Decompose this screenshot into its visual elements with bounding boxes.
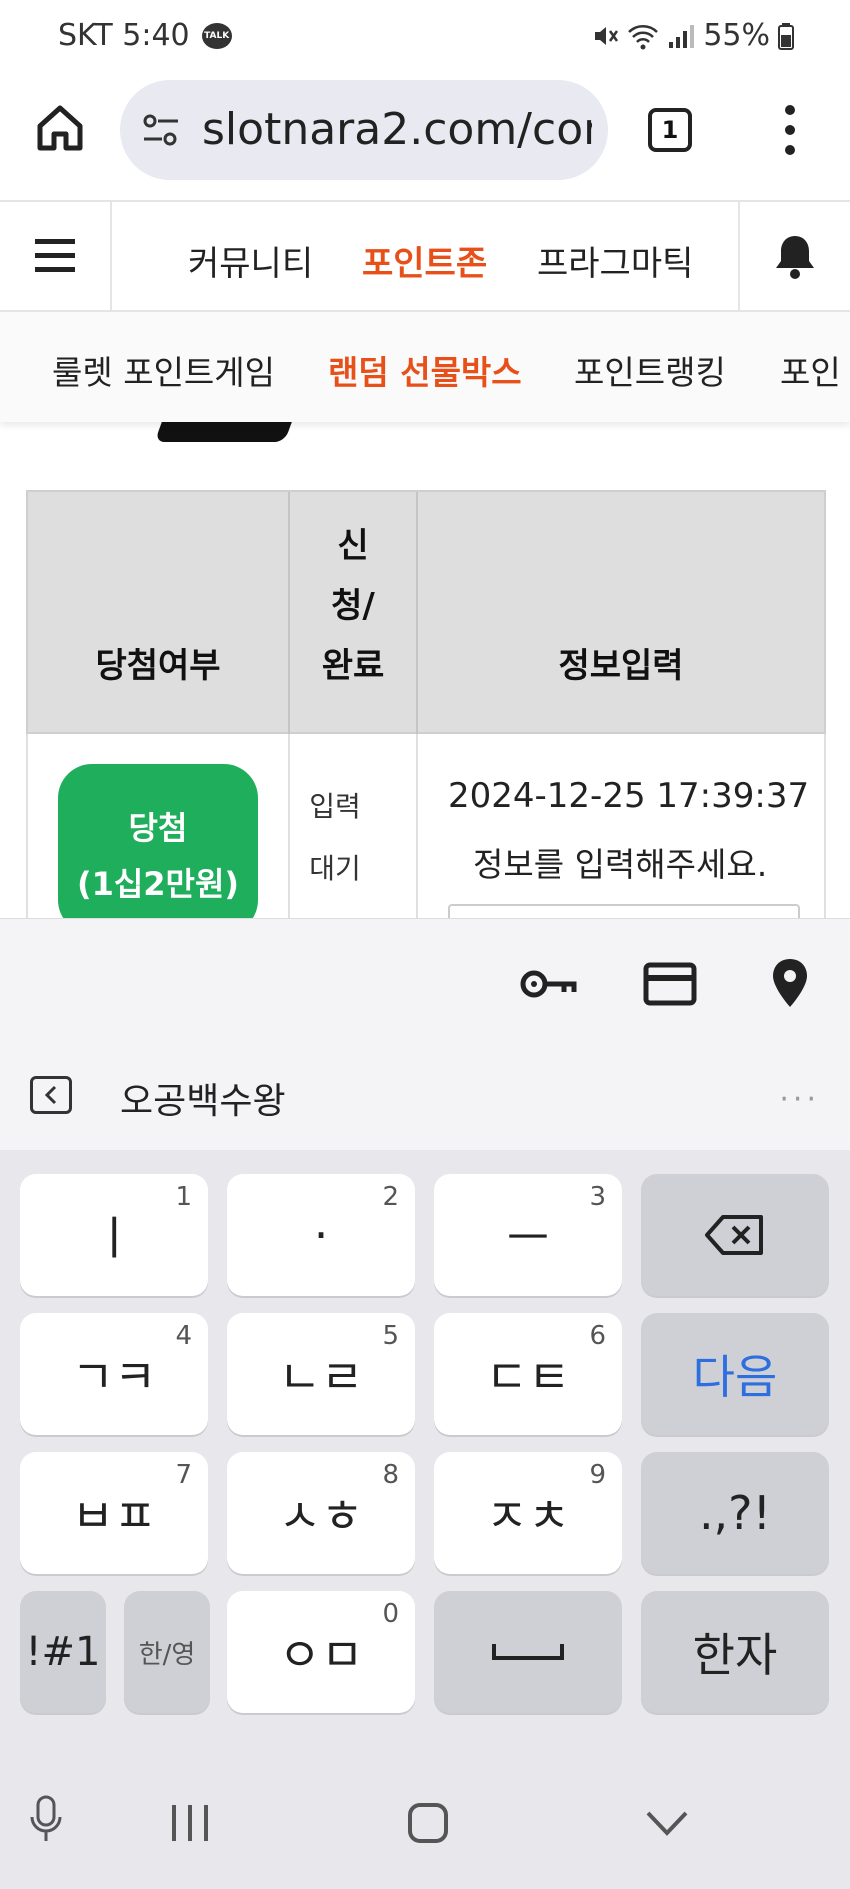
- site-main-nav: 커뮤니티 포인트존 프라그마틱: [0, 200, 850, 312]
- language-toggle-key[interactable]: 한/영: [124, 1591, 210, 1713]
- backspace-icon: [705, 1215, 763, 1255]
- nav-point-zone[interactable]: 포인트존: [362, 236, 487, 285]
- key-number: 0: [382, 1599, 399, 1629]
- header-result: 당첨여부: [95, 646, 221, 686]
- space-key[interactable]: [434, 1591, 622, 1713]
- battery-percent: 55%: [703, 18, 770, 53]
- tab-switcher-button[interactable]: 1: [648, 108, 692, 152]
- key-icon[interactable]: [518, 959, 578, 1009]
- key-d-t[interactable]: ㄷㅌ 6: [434, 1313, 622, 1435]
- key-label: ㅅㅎ: [278, 1489, 364, 1543]
- autofill-toolbar: [0, 918, 850, 1042]
- table-header: 당첨여부 신청/완료 정보입력: [26, 490, 826, 736]
- status-left: SKT 5:40 TALK: [58, 18, 232, 53]
- header-info: 정보입력: [558, 646, 684, 686]
- header-status: 신청/완료: [321, 526, 385, 686]
- system-nav-bar: [0, 1745, 850, 1889]
- key-number: 8: [382, 1460, 399, 1490]
- divider: [416, 734, 418, 934]
- hide-keyboard-icon[interactable]: [646, 1811, 688, 1837]
- mute-icon: [595, 26, 619, 45]
- status-cell: 입력 대기: [290, 776, 380, 900]
- key-label: ㄱㅋ: [71, 1350, 157, 1404]
- nav-community[interactable]: 커뮤니티: [188, 236, 313, 285]
- notifications-button[interactable]: [738, 202, 850, 310]
- key-dot[interactable]: · 2: [227, 1174, 415, 1296]
- win-badge: 당첨 (1십2만원): [58, 764, 258, 934]
- space-icon: [492, 1644, 564, 1660]
- key-number: 9: [589, 1460, 606, 1490]
- key-eu[interactable]: ㅡ3: [434, 1174, 622, 1296]
- hamburger-icon: [35, 239, 75, 272]
- nav-pragmatic[interactable]: 프라그마틱: [537, 236, 693, 285]
- key-number: 7: [175, 1460, 192, 1490]
- sub-nav-point-ranking[interactable]: 포인트랭킹: [574, 346, 726, 394]
- status-bar: SKT 5:40 TALK 55%: [0, 0, 850, 70]
- key-label: ㅇㅁ: [278, 1628, 364, 1682]
- key-label: ㄴㄹ: [278, 1350, 364, 1404]
- key-g-k[interactable]: ㄱㅋ 4: [20, 1313, 208, 1435]
- key-label: ㅣ: [92, 1211, 136, 1265]
- browser-toolbar: slotnara2.com/community 1: [0, 70, 850, 198]
- home-nav-icon[interactable]: [408, 1803, 448, 1843]
- chevron-left-icon: [44, 1085, 57, 1105]
- key-label: ㅂㅍ: [71, 1489, 157, 1543]
- site-settings-icon[interactable]: [140, 110, 182, 150]
- recent-apps-icon[interactable]: [170, 1805, 210, 1841]
- more-suggestions-icon[interactable]: ···: [779, 1082, 820, 1117]
- win-label: 당첨: [128, 809, 188, 847]
- key-number: 3: [589, 1182, 606, 1212]
- microphone-icon[interactable]: [28, 1795, 64, 1843]
- wifi-icon: [628, 24, 659, 49]
- signal-icon: [669, 24, 695, 48]
- key-j-ch[interactable]: ㅈㅊ 9: [434, 1452, 622, 1574]
- key-number: 6: [589, 1321, 606, 1351]
- battery-icon: [778, 22, 794, 50]
- sub-nav-more[interactable]: 포인: [780, 346, 841, 394]
- suggestion-back-button[interactable]: [30, 1076, 72, 1114]
- home-icon[interactable]: [30, 98, 90, 158]
- table-row: 당첨 (1십2만원) 입력 대기 2024-12-25 17:39:37 정보를…: [26, 734, 826, 964]
- carrier-time: SKT 5:40: [58, 18, 190, 53]
- win-amount: (1십2만원): [76, 865, 240, 903]
- suggestion-bar: 오공백수왕 ···: [0, 1042, 850, 1150]
- bell-icon: [776, 236, 814, 279]
- location-pin-icon[interactable]: [760, 955, 820, 1011]
- key-ng-m[interactable]: ㅇㅁ 0: [227, 1591, 415, 1713]
- backspace-key[interactable]: [641, 1174, 829, 1296]
- keyboard: ㅣ1 · 2 ㅡ3 ㄱㅋ 4 ㄴㄹ 5 ㄷㅌ 6 다음 ㅂㅍ 7 ㅅㅎ 8 ㅈㅊ 9 .,?!…: [0, 1150, 850, 1745]
- next-key[interactable]: 다음: [641, 1313, 829, 1435]
- sub-nav-roulette[interactable]: 룰렛 포인트게임: [52, 346, 275, 394]
- key-i[interactable]: ㅣ1: [20, 1174, 208, 1296]
- address-bar[interactable]: slotnara2.com/community: [120, 80, 608, 180]
- key-n-r[interactable]: ㄴㄹ 5: [227, 1313, 415, 1435]
- key-s-h[interactable]: ㅅㅎ 8: [227, 1452, 415, 1574]
- kakaotalk-icon: TALK: [201, 22, 232, 49]
- menu-button[interactable]: [0, 202, 112, 310]
- key-number: 2: [382, 1182, 399, 1212]
- status-right: 55%: [591, 18, 794, 53]
- key-label: ㄷㅌ: [485, 1350, 571, 1404]
- sub-nav: 룰렛 포인트게임 랜덤 선물박스 포인트랭킹 포인: [0, 312, 850, 422]
- key-b-p[interactable]: ㅂㅍ 7: [20, 1452, 208, 1574]
- status-line1: 입력: [309, 790, 361, 823]
- key-label: ㅡ: [506, 1211, 550, 1265]
- url-text[interactable]: slotnara2.com/community: [202, 100, 592, 160]
- key-number: 4: [175, 1321, 192, 1351]
- status-line2: 대기: [309, 852, 361, 885]
- key-number: 5: [382, 1321, 399, 1351]
- hanja-key[interactable]: 한자: [641, 1591, 829, 1713]
- sub-nav-random-giftbox[interactable]: 랜덤 선물박스: [328, 346, 522, 394]
- suggestion-word[interactable]: 오공백수왕: [120, 1072, 286, 1124]
- key-label: ·: [313, 1208, 329, 1262]
- key-number: 1: [175, 1182, 192, 1212]
- info-prompt: 정보를 입력해주세요.: [473, 845, 768, 884]
- credit-card-icon[interactable]: [640, 959, 700, 1009]
- more-options-icon[interactable]: [778, 102, 802, 158]
- info-timestamp: 2024-12-25 17:39:37: [448, 776, 810, 816]
- punctuation-key[interactable]: .,?!: [641, 1452, 829, 1574]
- key-label: ㅈㅊ: [485, 1489, 571, 1543]
- symbols-key[interactable]: !#1: [20, 1591, 106, 1713]
